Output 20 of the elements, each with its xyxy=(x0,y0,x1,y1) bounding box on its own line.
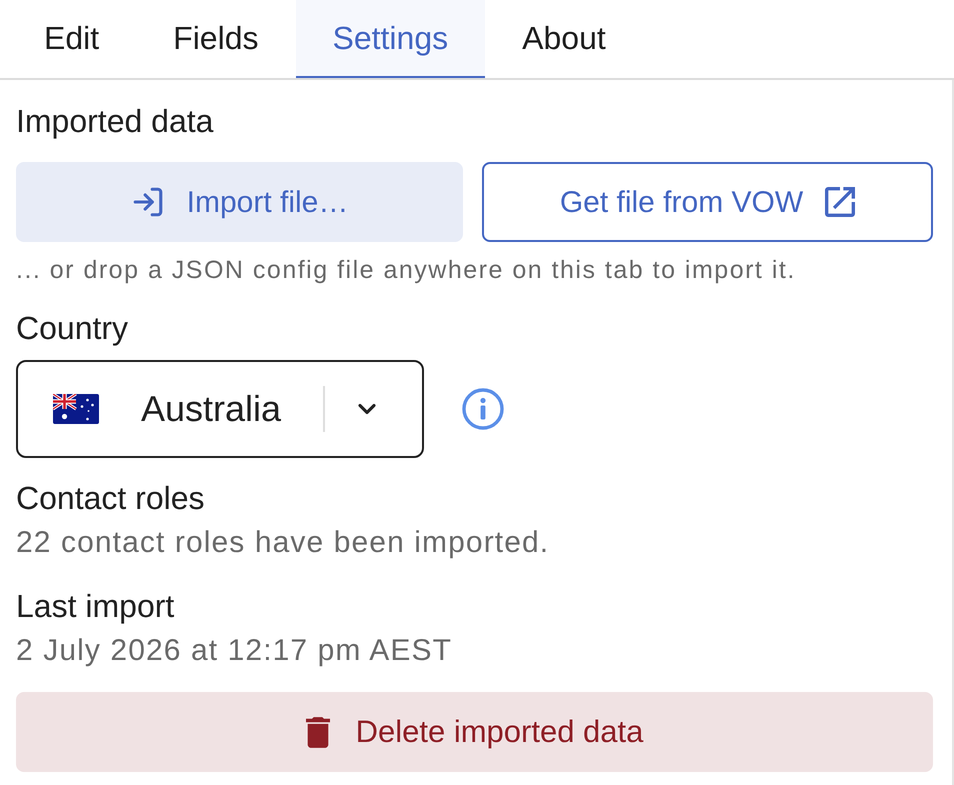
tab[interactable]: Fields xyxy=(136,0,296,78)
country-label: Country xyxy=(16,309,128,347)
tab[interactable]: Settings xyxy=(296,0,486,78)
country-select[interactable]: Australia xyxy=(16,360,424,458)
get-file-button[interactable]: Get file from VOW xyxy=(482,162,933,242)
flag-icon xyxy=(53,394,99,424)
external-link-icon xyxy=(825,187,856,217)
tab[interactable]: Edit xyxy=(7,0,136,78)
info-icon[interactable] xyxy=(462,388,504,430)
last-import-date: 2 July 2026 at 12:17 pm AEST xyxy=(16,634,452,668)
section-heading: Contact roles xyxy=(16,479,205,517)
trash-icon xyxy=(306,716,330,748)
import-file-button[interactable]: Import file… xyxy=(16,162,463,242)
contact-roles-text: 22 contact roles have been imported. xyxy=(16,526,550,560)
section-heading: Imported data xyxy=(16,102,214,140)
tab[interactable]: About xyxy=(485,0,643,78)
import-icon xyxy=(130,185,165,219)
hint-text: ... or drop a JSON config file anywhere on this tab to import it. xyxy=(16,255,796,285)
delete-button[interactable]: Delete imported data xyxy=(16,692,933,772)
section-heading: Last import xyxy=(16,587,174,625)
